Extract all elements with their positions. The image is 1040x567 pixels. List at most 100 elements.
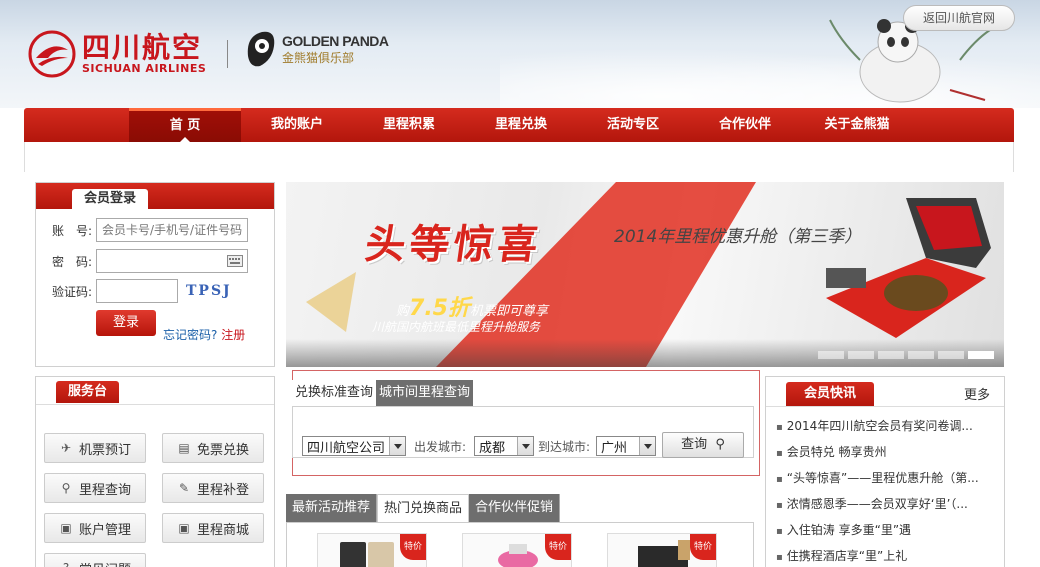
sale-badge: 特价 — [400, 534, 426, 560]
tab-city-mileage[interactable]: 城市间里程查询 — [376, 380, 474, 406]
nav-item-home[interactable]: 首 页 — [129, 108, 241, 142]
service-panel-header: 服务台 — [36, 377, 274, 405]
search-icon: ⚲ — [61, 481, 71, 495]
register-link[interactable]: 注册 — [221, 328, 245, 342]
club-name-en: GOLDEN PANDA — [282, 32, 389, 49]
to-city-value: 广州 — [601, 440, 628, 456]
mileage-claim-button[interactable]: ✎ 里程补登 — [162, 473, 264, 503]
chevron-down-icon — [639, 437, 656, 455]
first-class-seat-image — [826, 198, 991, 338]
service-title: 服务台 — [56, 381, 120, 403]
password-row: 密 码: — [52, 249, 248, 273]
offer-prefix: 购 — [396, 304, 410, 319]
chevron-down-icon — [389, 437, 405, 455]
slide-dot[interactable] — [848, 351, 874, 359]
tab-hot-redemption[interactable]: 热门兑换商品 — [377, 494, 470, 522]
to-city-select[interactable]: 广州 — [596, 436, 657, 456]
product-card[interactable]: 特价 — [317, 533, 427, 567]
offer-suffix: 机票即可尊享 — [470, 304, 549, 319]
airline-field: 四川航空公司 — [302, 436, 406, 456]
nav-item-mileage-accrual[interactable]: 里程积累 — [353, 108, 465, 142]
sub-nav-bar — [24, 142, 1014, 172]
nav-item-promotions[interactable]: 活动专区 — [577, 108, 689, 142]
slide-dot[interactable] — [938, 351, 964, 359]
login-title: 会员登录 — [72, 189, 149, 209]
award-ticket-button[interactable]: ▤ 免票兑换 — [162, 433, 264, 463]
airline-name-cn: 四川航空 — [82, 30, 203, 64]
airline-emblem-icon — [28, 30, 76, 78]
news-list: 2014年四川航空会员有奖问卷调... 会员特兑 畅享贵州 “头等惊喜”——里程… — [766, 407, 1004, 567]
question-icon: ? — [59, 562, 73, 567]
banner-headline: 头等惊喜 — [362, 221, 545, 268]
panda-emblem-icon — [247, 31, 275, 67]
slide-dot-active[interactable] — [968, 351, 994, 359]
sichuan-airlines-logo[interactable]: 四川航空 SICHUAN AIRLINES — [28, 30, 206, 78]
banner-description: 川航国内航班最低里程升舱服务 — [372, 320, 541, 334]
logo-divider — [227, 40, 228, 68]
account-row: 账 号: 会员卡号/手机号/证件号码 — [52, 218, 248, 242]
service-panel: 服务台 ✈ 机票预订 ▤ 免票兑换 ⚲ 里程查询 ✎ 里程补登 ▣ 账户管理 ▣… — [35, 376, 275, 567]
keyboard-icon[interactable] — [227, 255, 243, 267]
faq-button[interactable]: ? 常见问题 — [44, 553, 146, 567]
mileage-mall-button[interactable]: ▣ 里程商城 — [162, 513, 264, 543]
shop-icon: ▣ — [178, 521, 190, 535]
airline-select[interactable]: 四川航空公司 — [302, 436, 406, 456]
account-label: 账 号: — [52, 223, 93, 238]
product-card[interactable]: 特价 — [607, 533, 717, 567]
news-item[interactable]: 会员特兑 畅享贵州 — [776, 439, 996, 465]
news-item[interactable]: “头等惊喜”——里程优惠升舱（第... — [776, 465, 996, 491]
airline-name-en: SICHUAN AIRLINES — [82, 61, 207, 75]
product-card[interactable]: 特价 — [462, 533, 572, 567]
search-button-label: 查询 — [681, 437, 708, 452]
password-input[interactable] — [96, 249, 248, 273]
main-nav: 首 页 我的账户 里程积累 里程兑换 活动专区 合作伙伴 关于金熊猫 — [24, 108, 1014, 142]
query-search-button[interactable]: 查询 ⚲ — [662, 432, 744, 458]
from-city-label: 出发城市: — [414, 439, 467, 454]
button-label: 里程查询 — [79, 482, 132, 498]
tab-latest-activities[interactable]: 最新活动推荐 — [286, 494, 378, 522]
from-city-select[interactable]: 成都 — [474, 436, 535, 456]
mileage-query-button[interactable]: ⚲ 里程查询 — [44, 473, 146, 503]
nav-item-mileage-redemption[interactable]: 里程兑换 — [465, 108, 577, 142]
news-item[interactable]: 入住铂涛 享多重“里”遇 — [776, 517, 996, 543]
button-label: 里程商城 — [197, 522, 250, 538]
chevron-down-icon — [517, 437, 534, 455]
button-label: 常见问题 — [79, 559, 131, 567]
pen-icon: ✎ — [178, 481, 190, 495]
login-links: 忘记密码? 注册 — [163, 326, 245, 343]
nav-item-my-account[interactable]: 我的账户 — [241, 108, 353, 142]
back-to-airline-site-button[interactable]: 返回川航官网 — [903, 5, 1015, 31]
promo-tabs: 最新活动推荐 热门兑换商品 合作伙伴促销 — [286, 494, 754, 522]
forgot-password-link[interactable]: 忘记密码? — [163, 328, 217, 342]
promo-banner[interactable]: 头等惊喜 2014年里程优惠升舱（第三季） 购7.5折机票即可尊享 川航国内航班… — [286, 182, 1004, 367]
tab-partner-promotions[interactable]: 合作伙伴促销 — [469, 494, 561, 522]
nav-item-about[interactable]: 关于金熊猫 — [801, 108, 913, 142]
flight-booking-button[interactable]: ✈ 机票预订 — [44, 433, 146, 463]
airplane-icon: ✈ — [60, 441, 72, 455]
from-city-field: 出发城市: 成都 — [414, 436, 535, 456]
password-label: 密 码: — [52, 254, 93, 269]
airline-value: 四川航空公司 — [307, 440, 386, 456]
button-label: 账户管理 — [79, 522, 132, 538]
slide-dot[interactable] — [908, 351, 934, 359]
captcha-input[interactable] — [96, 279, 178, 303]
sale-badge: 特价 — [690, 534, 716, 560]
promo-products: 特价 特价 特价 — [286, 522, 754, 567]
sale-badge: 特价 — [545, 534, 571, 560]
slide-dot[interactable] — [818, 351, 844, 359]
news-more-link[interactable]: 更多 — [964, 384, 990, 403]
golden-panda-logo[interactable]: GOLDEN PANDA 金熊猫俱乐部 — [244, 26, 389, 72]
account-input[interactable]: 会员卡号/手机号/证件号码 — [96, 218, 248, 242]
tab-redemption-standard[interactable]: 兑换标准查询 — [292, 380, 377, 406]
news-item[interactable]: 浓情感恩季——会员双享好‘里’（... — [776, 491, 996, 517]
news-item[interactable]: 2014年四川航空会员有奖问卷调... — [776, 413, 996, 439]
news-item[interactable]: 住携程酒店享“里”上礼 — [776, 543, 996, 567]
to-city-label: 到达城市: — [538, 439, 591, 454]
captcha-image[interactable]: TPSJ — [186, 279, 246, 303]
slide-dot[interactable] — [878, 351, 904, 359]
account-management-button[interactable]: ▣ 账户管理 — [44, 513, 146, 543]
nav-item-partners[interactable]: 合作伙伴 — [689, 108, 801, 142]
nav-item-label: 首 页 — [169, 118, 201, 133]
login-button[interactable]: 登录 — [96, 310, 156, 336]
news-panel-header: 会员快讯 更多 — [766, 377, 1004, 407]
